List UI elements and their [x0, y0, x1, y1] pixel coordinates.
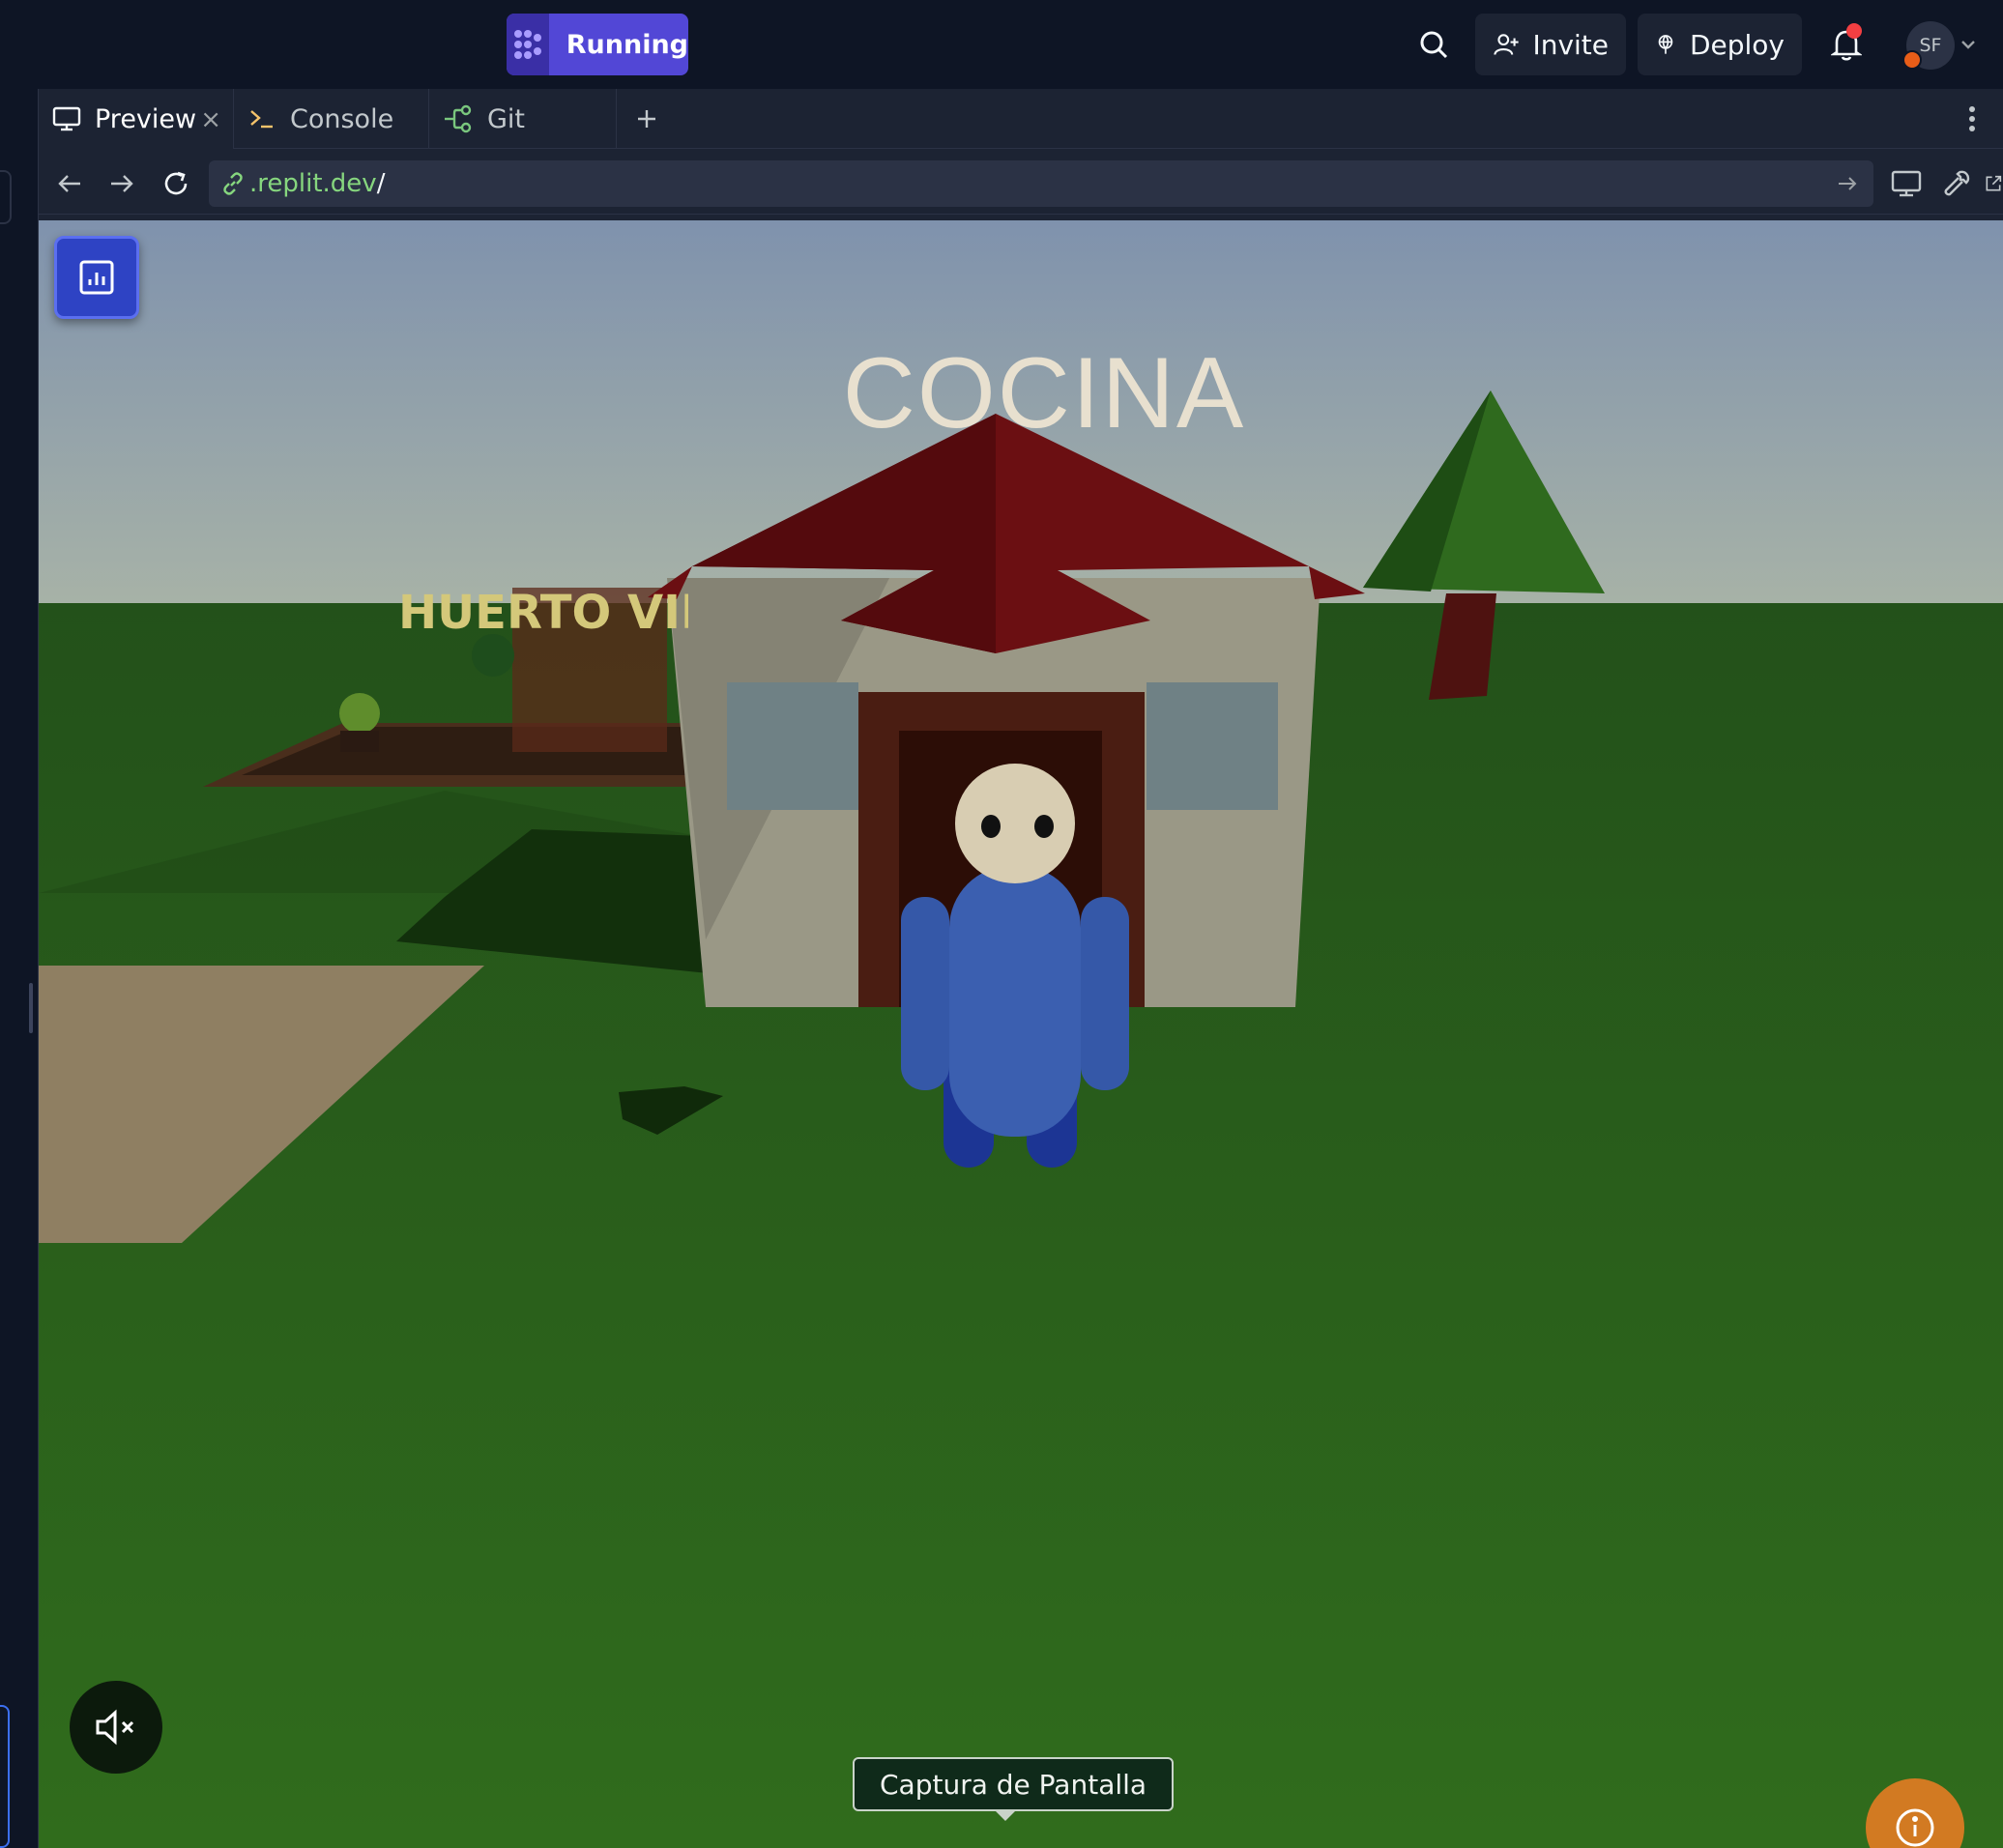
tab-git[interactable]: Git	[429, 89, 617, 149]
pane-menu-button[interactable]	[1955, 101, 1989, 137]
top-bar: Running Invite Deploy SF	[0, 0, 2003, 89]
mute-button[interactable]	[70, 1681, 162, 1774]
deploy-button[interactable]: Deploy	[1638, 14, 1802, 75]
url-input[interactable]: .replit.dev /	[209, 160, 1873, 207]
monitor-icon	[52, 106, 81, 131]
url-host: .replit.dev	[249, 169, 377, 198]
notifications-button[interactable]	[1827, 14, 1866, 75]
external-link-icon	[1986, 175, 2002, 191]
tooltip-arrow	[994, 1809, 1017, 1821]
stats-button[interactable]	[54, 236, 139, 319]
tab-preview-label: Preview	[95, 103, 197, 134]
tab-bar: Preview × Console Git	[39, 89, 2003, 149]
deploy-button-label: Deploy	[1689, 28, 1785, 61]
building-label: COCINA	[842, 337, 1246, 449]
go-arrow-icon[interactable]	[1837, 175, 1858, 192]
devtools-button[interactable]	[1933, 160, 1980, 207]
search-icon	[1420, 31, 1448, 59]
game-scene	[39, 220, 2003, 1848]
device-view-button[interactable]	[1883, 160, 1930, 207]
open-new-tab-button[interactable]	[1984, 160, 2003, 207]
url-bar: .replit.dev /	[39, 149, 2003, 215]
chevron-down-icon	[1961, 41, 1975, 49]
forward-button[interactable]	[99, 160, 145, 207]
close-icon[interactable]: ×	[200, 105, 221, 134]
new-tab-button[interactable]	[628, 101, 665, 137]
preview-pane: Preview × Console Git .replit.dev / COCI…	[39, 89, 2003, 1848]
info-icon	[1896, 1808, 1934, 1847]
account-menu-button[interactable]	[1957, 14, 1980, 75]
garden-label: HUERTO VIR	[398, 586, 688, 640]
tab-console-label: Console	[290, 103, 394, 134]
terminal-icon	[250, 110, 273, 129]
back-button[interactable]	[46, 160, 93, 207]
run-button[interactable]: Running	[507, 14, 688, 75]
left-gutter	[0, 89, 39, 1848]
add-user-icon	[1494, 34, 1519, 55]
game-viewport[interactable]: COCINA HUERTO VIR Captura de Pantalla	[39, 220, 2003, 1848]
refresh-icon	[164, 171, 188, 195]
screenshot-tooltip: Captura de Pantalla	[853, 1757, 1175, 1811]
arrow-right-icon	[111, 175, 133, 192]
volume-muted-icon	[96, 1709, 134, 1746]
monitor-icon	[1891, 170, 1922, 197]
wrench-icon	[1944, 170, 1970, 196]
tab-console[interactable]: Console	[234, 89, 429, 149]
resize-handle[interactable]	[29, 983, 33, 1033]
gutter-active-edge	[0, 1705, 10, 1848]
reload-button[interactable]	[153, 160, 199, 207]
invite-button[interactable]: Invite	[1475, 14, 1626, 75]
invite-button-label: Invite	[1532, 28, 1609, 61]
tab-git-label: Git	[487, 103, 526, 134]
gutter-panel-edge	[0, 170, 12, 224]
link-icon	[223, 172, 243, 195]
tab-preview[interactable]: Preview ×	[39, 89, 234, 149]
git-branch-icon	[445, 104, 472, 133]
url-path: /	[376, 169, 386, 198]
notification-badge	[1846, 23, 1862, 39]
bar-chart-icon	[79, 260, 114, 295]
info-button[interactable]	[1866, 1778, 1964, 1848]
deploy-icon	[1658, 35, 1673, 54]
arrow-left-icon	[58, 175, 80, 192]
more-vertical-icon	[1969, 106, 1975, 131]
search-button[interactable]	[1411, 14, 1456, 75]
plus-icon	[638, 110, 655, 128]
run-button-label: Running	[566, 29, 688, 60]
avatar-status-badge	[1902, 50, 1922, 70]
run-icon	[507, 14, 549, 75]
